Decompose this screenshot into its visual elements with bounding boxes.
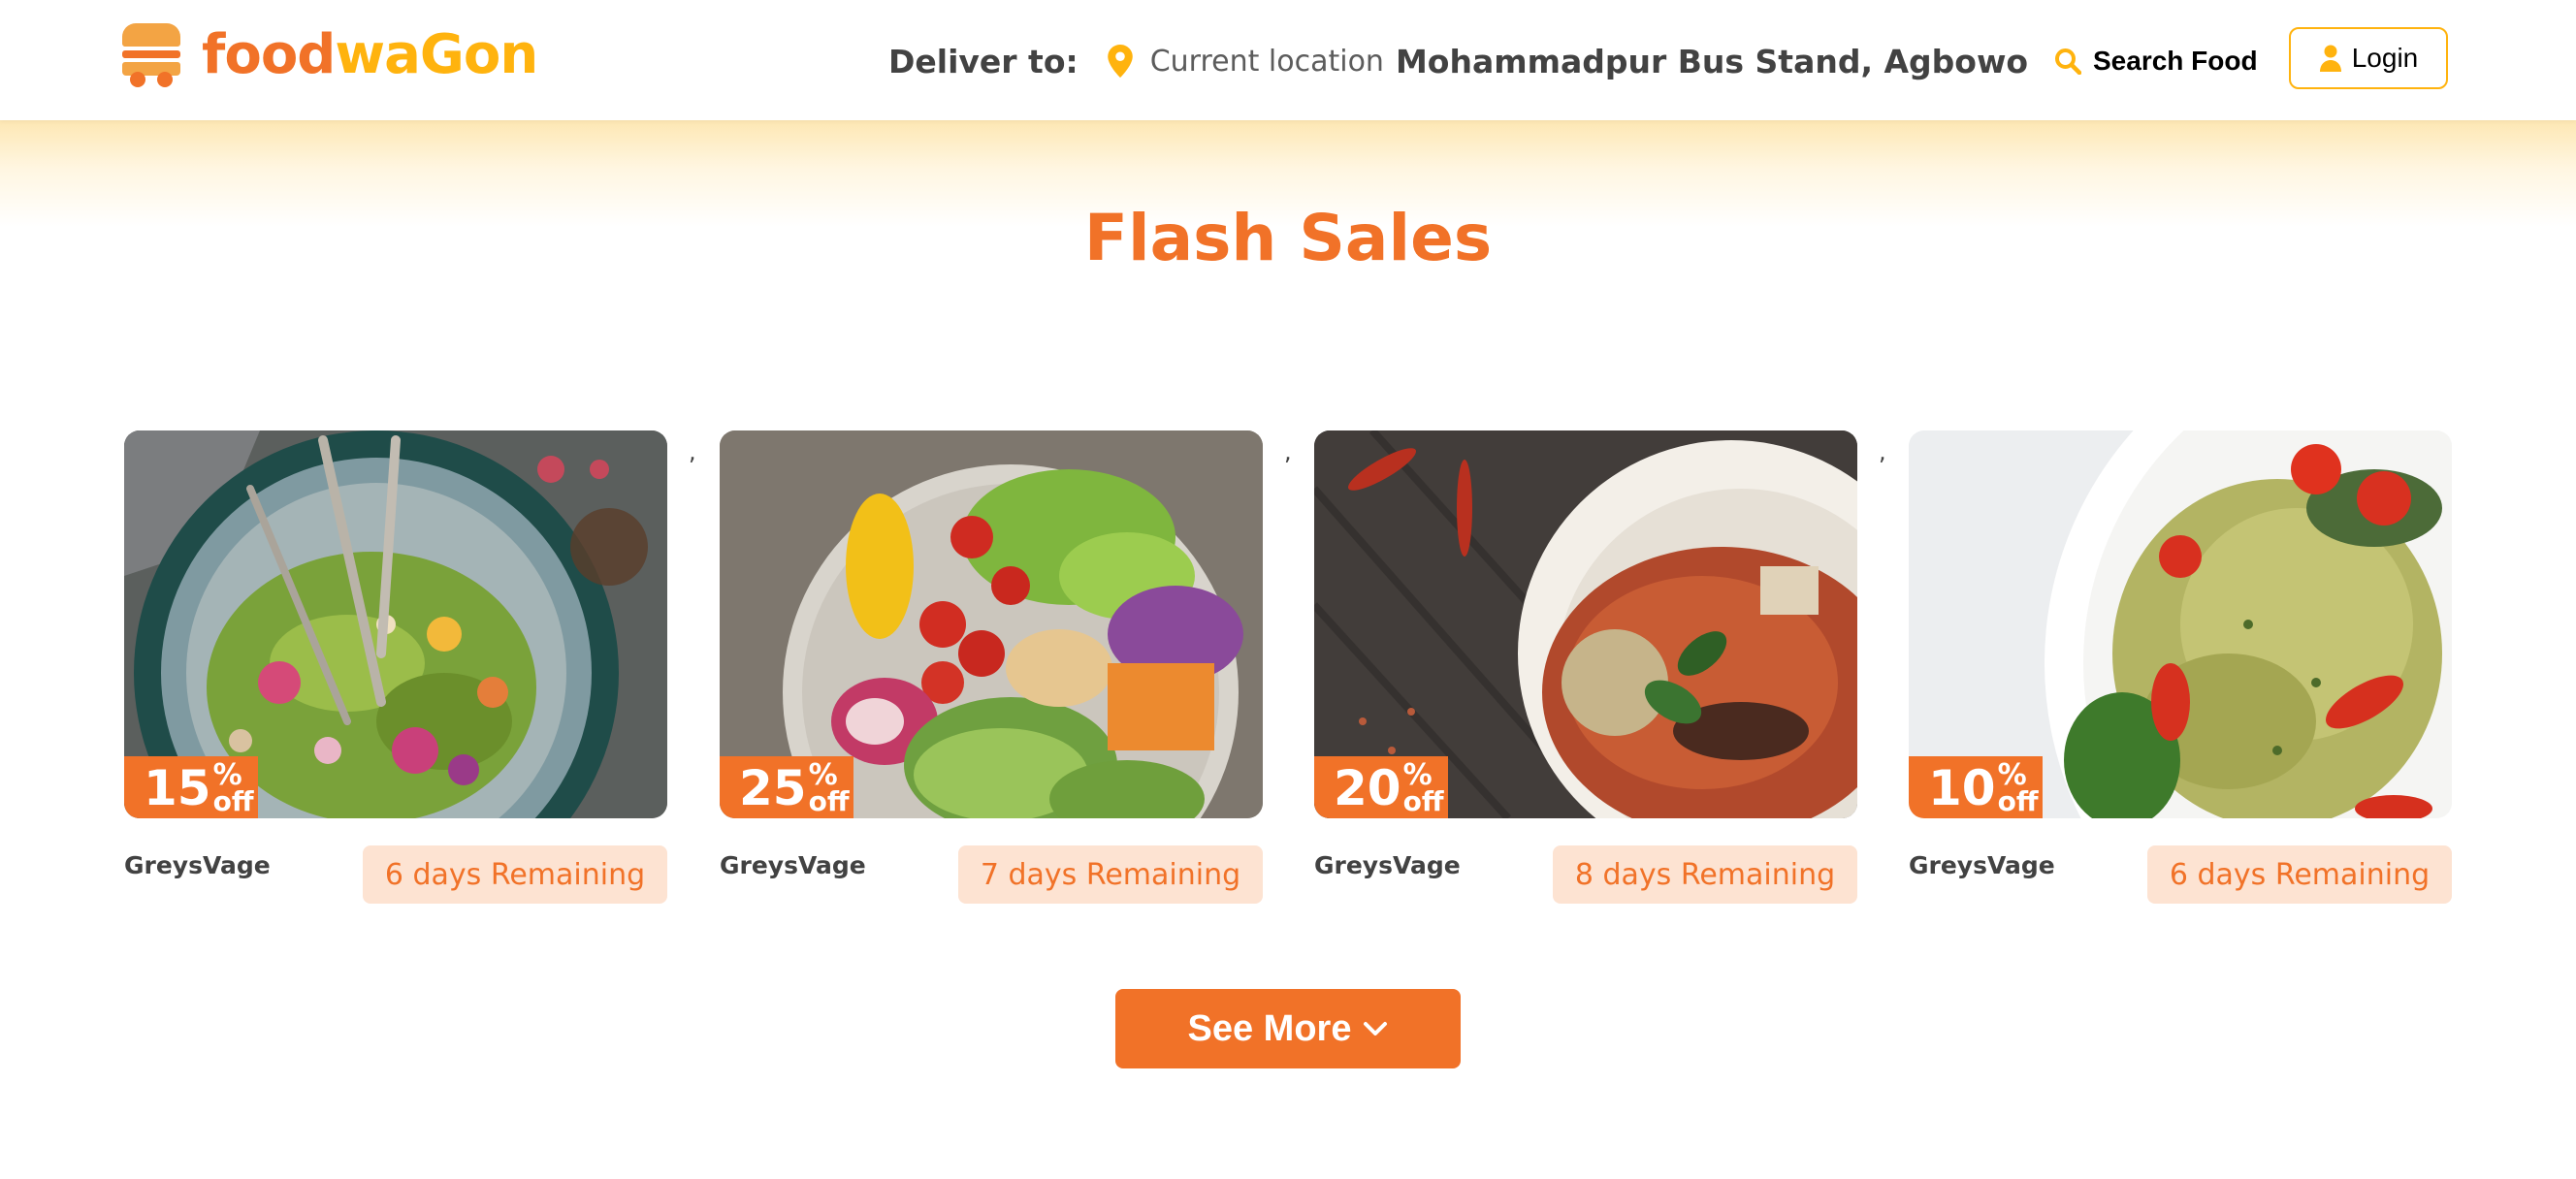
logo-text-food: food <box>202 23 336 86</box>
days-remaining-badge: 7 days Remaining <box>958 845 1263 904</box>
off-label: off <box>808 785 850 817</box>
card-separator: , <box>689 438 696 465</box>
search-icon <box>2055 48 2081 75</box>
location-pin-icon <box>1107 45 1133 78</box>
search-food-button[interactable]: Search Food <box>2054 39 2258 83</box>
card-separator: , <box>1284 438 1292 465</box>
discount-badge: 25 % off <box>720 756 853 818</box>
see-more-label: See More <box>1187 1007 1352 1049</box>
vendor-name[interactable]: GreysVage <box>1909 851 2055 879</box>
search-food-label: Search Food <box>2093 46 2258 76</box>
discount-badge: 10 % off <box>1909 756 2043 818</box>
see-more-button[interactable]: See More <box>1115 989 1461 1068</box>
section-title: Flash Sales <box>1083 201 1493 275</box>
foodwagon-logo[interactable]: foodwaGon <box>122 23 538 87</box>
discount-value: 10 <box>1928 760 1996 816</box>
top-navbar: foodwaGon Deliver to: Current location M… <box>0 0 2576 120</box>
logo-text: foodwaGon <box>202 28 538 82</box>
logo-text-wagon: waGon <box>335 23 538 86</box>
vendor-name[interactable]: GreysVage <box>720 851 866 879</box>
discount-value: 20 <box>1334 760 1401 816</box>
burger-truck-icon <box>122 23 180 87</box>
off-label: off <box>1997 785 2039 817</box>
current-location-label[interactable]: Current location <box>1150 45 1384 79</box>
delivery-address[interactable]: Mohammadpur Bus Stand, Agbowo <box>1396 43 2028 80</box>
deliver-to-label: Deliver to: <box>888 42 1079 80</box>
chevron-down-icon <box>1364 1022 1388 1036</box>
card-separator: , <box>1879 438 1886 465</box>
vendor-name[interactable]: GreysVage <box>1314 851 1461 879</box>
login-button[interactable]: Login <box>2289 27 2448 89</box>
days-remaining-badge: 8 days Remaining <box>1553 845 1857 904</box>
days-remaining-badge: 6 days Remaining <box>363 845 667 904</box>
user-icon <box>2319 45 2341 72</box>
off-label: off <box>212 785 254 817</box>
vendor-name[interactable]: GreysVage <box>124 851 271 879</box>
days-remaining-badge: 6 days Remaining <box>2147 845 2452 904</box>
discount-badge: 20 % off <box>1314 756 1448 818</box>
off-label: off <box>1402 785 1444 817</box>
discount-value: 15 <box>144 760 211 816</box>
deliver-to-section: Deliver to: Current location Mohammadpur… <box>888 39 2028 83</box>
discount-badge: 15 % off <box>124 756 258 818</box>
login-label: Login <box>2351 43 2419 73</box>
discount-value: 25 <box>739 760 807 816</box>
